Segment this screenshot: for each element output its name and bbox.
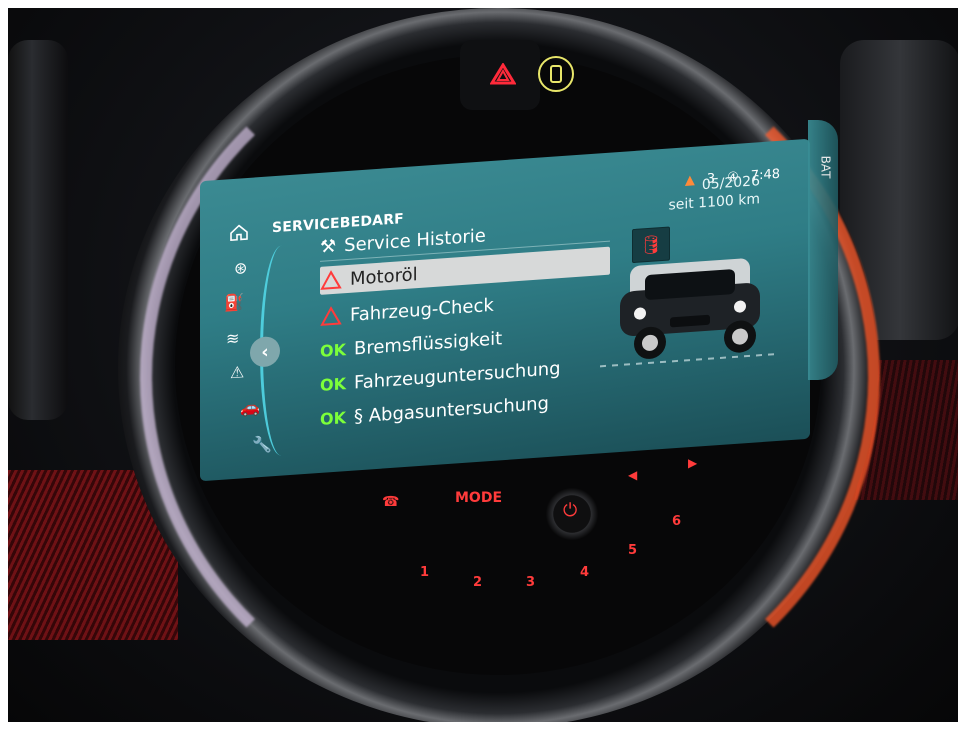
hazard-icon[interactable] xyxy=(490,63,516,85)
list-item-label: Motoröl xyxy=(350,263,418,290)
phone-icon[interactable]: ☎ xyxy=(382,494,399,510)
tyre-pressure-icon[interactable]: ⊛ xyxy=(234,257,260,279)
list-item-label: Bremsflüssigkeit xyxy=(354,327,503,360)
power-icon: ⏻ xyxy=(563,500,578,521)
right-edge-panel: BAT xyxy=(808,120,838,380)
right-edge-text: BAT xyxy=(818,155,833,179)
wrench-calendar-icon: ⚒ xyxy=(320,235,337,258)
car-illustration xyxy=(600,258,780,368)
service-due-info: 05/2026 seit 1100 km xyxy=(668,172,760,214)
preset-3[interactable]: 3 xyxy=(526,575,535,590)
door-open-icon xyxy=(538,56,574,92)
preset-4[interactable]: 4 xyxy=(580,565,589,580)
coolant-icon[interactable]: ≋ xyxy=(226,328,252,350)
warning-icon[interactable]: ⚠ xyxy=(230,361,256,383)
service-screen: SERVICEBEDARF ▲ 3 ④ 7:48 ⊛ ⛽ ≋ ⚠ 🚗 🔧 ‹ ⚒ xyxy=(200,138,810,482)
power-button[interactable]: ⏻ xyxy=(546,488,598,540)
list-item-label: Fahrzeuguntersuchung xyxy=(354,357,561,394)
preset-1[interactable]: 1 xyxy=(420,565,429,580)
oil-can-icon[interactable]: ⛽ xyxy=(224,292,250,314)
preset-6[interactable]: 6 xyxy=(672,514,681,529)
dashboard-photo: SERVICEBEDARF ▲ 3 ④ 7:48 ⊛ ⛽ ≋ ⚠ 🚗 🔧 ‹ ⚒ xyxy=(0,0,966,730)
mode-button[interactable]: MODE xyxy=(455,490,502,506)
left-air-vent xyxy=(8,40,68,420)
next-arrow-icon[interactable]: ▶ xyxy=(688,456,697,470)
ok-badge: OK xyxy=(320,407,346,429)
preset-5[interactable]: 5 xyxy=(628,543,637,558)
ok-badge: OK xyxy=(320,373,346,395)
list-item-label: Fahrzeug-Check xyxy=(350,294,494,326)
warning-triangle-icon xyxy=(320,270,342,290)
warning-triangle-icon xyxy=(320,306,342,326)
ok-badge: OK xyxy=(320,339,346,361)
prev-arrow-icon[interactable]: ◀ xyxy=(628,468,637,482)
list-item-label: § Abgasuntersuchung xyxy=(354,392,549,428)
home-icon[interactable] xyxy=(230,224,248,242)
preset-2[interactable]: 2 xyxy=(473,575,482,590)
